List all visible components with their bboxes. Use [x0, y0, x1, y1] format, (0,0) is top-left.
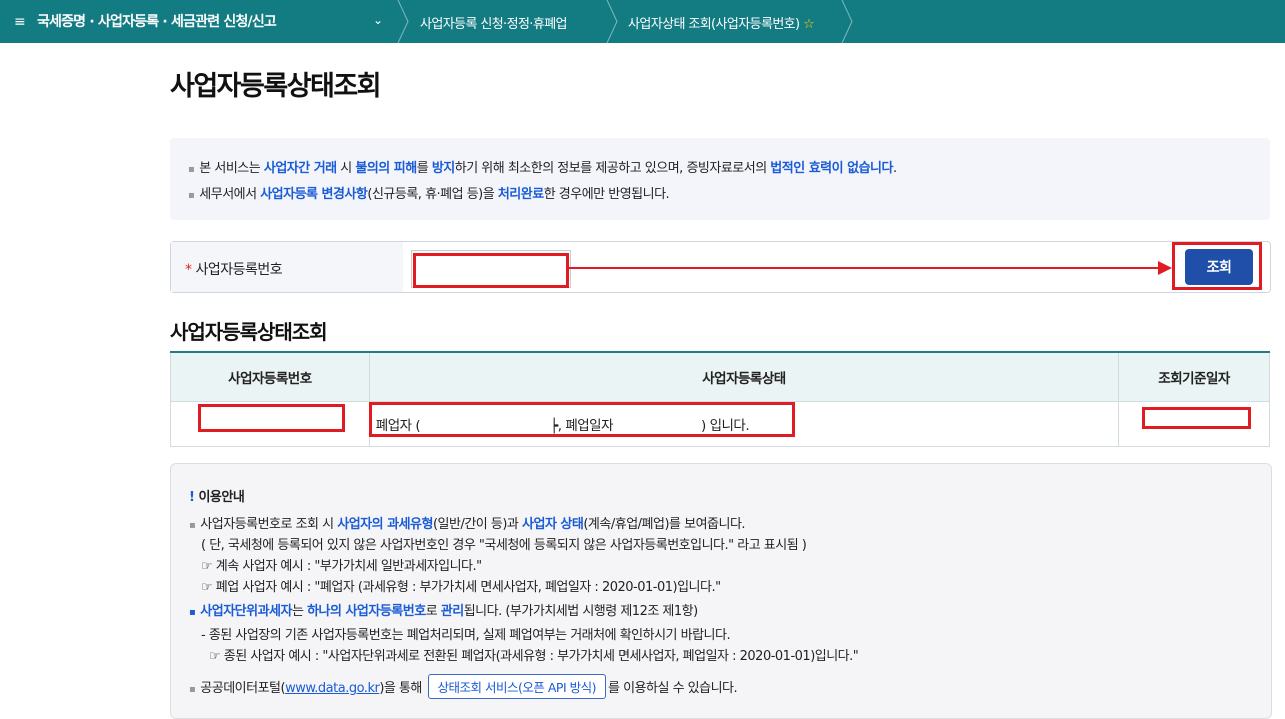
header-business-number: 사업자등록번호 [170, 351, 370, 402]
highlight-box-status [369, 402, 795, 437]
highlighted-text: 방지 [431, 161, 455, 176]
text-run: . [892, 161, 897, 176]
highlight-box-button [1172, 242, 1262, 290]
page-title: 사업자등록상태조회 [170, 71, 382, 102]
breadcrumb-item-status-lookup[interactable]: 사업자상태 조회(사업자등록번호) ☆ [628, 13, 815, 32]
highlighted-text: 하나의 사업자등록번호 [307, 604, 426, 619]
guide-p3-mid: )을 통해 [379, 681, 422, 696]
service-notice-box: ▪ 본 서비스는 사업자간 거래 시 불의의 피해를 방지하기 위해 최소한의 정… [170, 138, 1270, 220]
highlight-box-number [198, 404, 345, 432]
text-run: 세무서에서 [199, 187, 261, 202]
guide-p3-prefix: 공공데이터포털( [200, 681, 286, 696]
search-label-cell: * 사업자등록번호 [171, 242, 403, 292]
guide-paragraph-1: ▪ 사업자등록번호로 조회 시 사업자의 과세유형(일반/간이 등)과 사업자 상… [189, 517, 746, 532]
header-business-status: 사업자등록상태 [368, 351, 1120, 402]
guide-p3-suffix: 를 이용하실 수 있습니다. [608, 681, 738, 696]
guide-paragraph-1-note: ( 단, 국세청에 등록되어 있지 않은 사업자번호인 경우 "국세청에 등록되… [201, 538, 807, 553]
text-run: 됩니다. (부가가치세법 시행령 제12조 제1항) [463, 604, 698, 619]
text-run: (계속/휴업/폐업)를 보여줍니다. [583, 517, 746, 532]
notice-line-2: ▪ 세무서에서 사업자등록 변경사항(신규등록, 휴·폐업 등)을 처리완료한 경… [188, 187, 670, 202]
data-portal-link[interactable]: www.data.go.kr [285, 681, 380, 696]
open-api-service-button[interactable]: 상태조회 서비스(오픈 API 방식) [427, 674, 606, 699]
annotation-arrow-line [568, 267, 1160, 269]
usage-guide-box: ! 이용안내 ▪ 사업자등록번호로 조회 시 사업자의 과세유형(일반/간이 등)과… [170, 463, 1272, 719]
business-number-label: * 사업자등록번호 [185, 259, 283, 279]
header-query-date: 조회기준일자 [1118, 351, 1270, 402]
highlighted-text: 처리완료 [497, 187, 544, 202]
text-run: 시 [336, 161, 356, 176]
hamburger-icon[interactable]: ≡ [14, 14, 26, 30]
text-run: (일반/간이 등)과 [432, 517, 523, 532]
highlighted-text: 사업자 상태 [522, 517, 584, 532]
required-mark: * [185, 262, 192, 278]
guide-title-text: 이용안내 [198, 490, 245, 505]
text-run: 사업자등록번호로 조회 시 [200, 517, 338, 532]
highlighted-text: 사업자등록 변경사항 [260, 187, 368, 202]
breadcrumb-current-label: 사업자상태 조회(사업자등록번호) [628, 17, 800, 32]
guide-paragraph-3: ▪ 공공데이터포털(www.data.go.kr)을 통해 상태조회 서비스(오픈… [189, 674, 738, 699]
text-run: 한 경우에만 반영됩니다. [543, 187, 670, 202]
highlighted-text: 사업자단위과세자 [200, 604, 292, 619]
text-run: 하기 위해 최소한의 정보를 제공하고 있으며, 증빙자료로서의 [454, 161, 771, 176]
text-run: (신규등록, 휴·폐업 등)을 [367, 187, 498, 202]
main-menu-button[interactable]: ≡ 국세증명 · 사업자등록 · 세금관련 신청/신고 [14, 11, 277, 31]
text-run: 본 서비스는 [199, 161, 264, 176]
guide-paragraph-2-note: - 종된 사업장의 기존 사업자등록번호는 폐업처리되며, 실제 폐업여부는 거… [201, 628, 731, 643]
guide-title: ! 이용안내 [189, 486, 245, 505]
exclamation-icon: ! [189, 490, 195, 505]
highlight-box-input [413, 253, 569, 288]
guide-example-subsidiary: ☞ 종된 사업자 예시 : "사업자단위과세로 전환된 폐업자(과세유형 : 부… [209, 649, 859, 664]
business-number-label-text: 사업자등록번호 [195, 262, 283, 278]
breadcrumb-separator-icon [841, 0, 853, 43]
highlighted-text: 사업자간 거래 [263, 161, 337, 176]
highlighted-text: 사업자의 과세유형 [337, 517, 433, 532]
chevron-down-icon[interactable]: ⌄ [373, 13, 383, 27]
highlight-box-date [1142, 407, 1251, 429]
notice-line-1: ▪ 본 서비스는 사업자간 거래 시 불의의 피해를 방지하기 위해 최소한의 정… [188, 161, 897, 176]
breadcrumb-separator-icon [397, 0, 409, 43]
guide-paragraph-2: ▪ 사업자단위과세자는 하나의 사업자등록번호로 관리됩니다. (부가가치세법 시… [189, 604, 698, 619]
result-section-title: 사업자등록상태조회 [170, 320, 328, 344]
text-run: 는 [291, 604, 308, 619]
guide-example-closed: ☞ 폐업 사업자 예시 : "폐업자 (과세유형 : 부가가치세 면세사업자, … [201, 580, 721, 595]
top-navigation-bar: ≡ 국세증명 · 사업자등록 · 세금관련 신청/신고 ⌄ 사업자등록 신청·정정… [0, 0, 1285, 43]
text-run: 로 [425, 604, 441, 619]
annotation-arrow-head-icon [1158, 261, 1172, 275]
guide-example-active: ☞ 계속 사업자 예시 : "부가가치세 일반과세자입니다." [201, 559, 482, 574]
text-run: 를 [416, 161, 432, 176]
breadcrumb-separator-icon [606, 0, 618, 43]
highlighted-text: 법적인 효력이 없습니다 [770, 161, 893, 176]
breadcrumb-item-registration[interactable]: 사업자등록 신청·정정·휴폐업 [420, 13, 568, 32]
menu-label: 국세증명 · 사업자등록 · 세금관련 신청/신고 [36, 14, 277, 30]
highlighted-text: 불의의 피해 [355, 161, 417, 176]
highlighted-text: 관리 [440, 604, 464, 619]
favorite-star-icon[interactable]: ☆ [803, 17, 815, 32]
